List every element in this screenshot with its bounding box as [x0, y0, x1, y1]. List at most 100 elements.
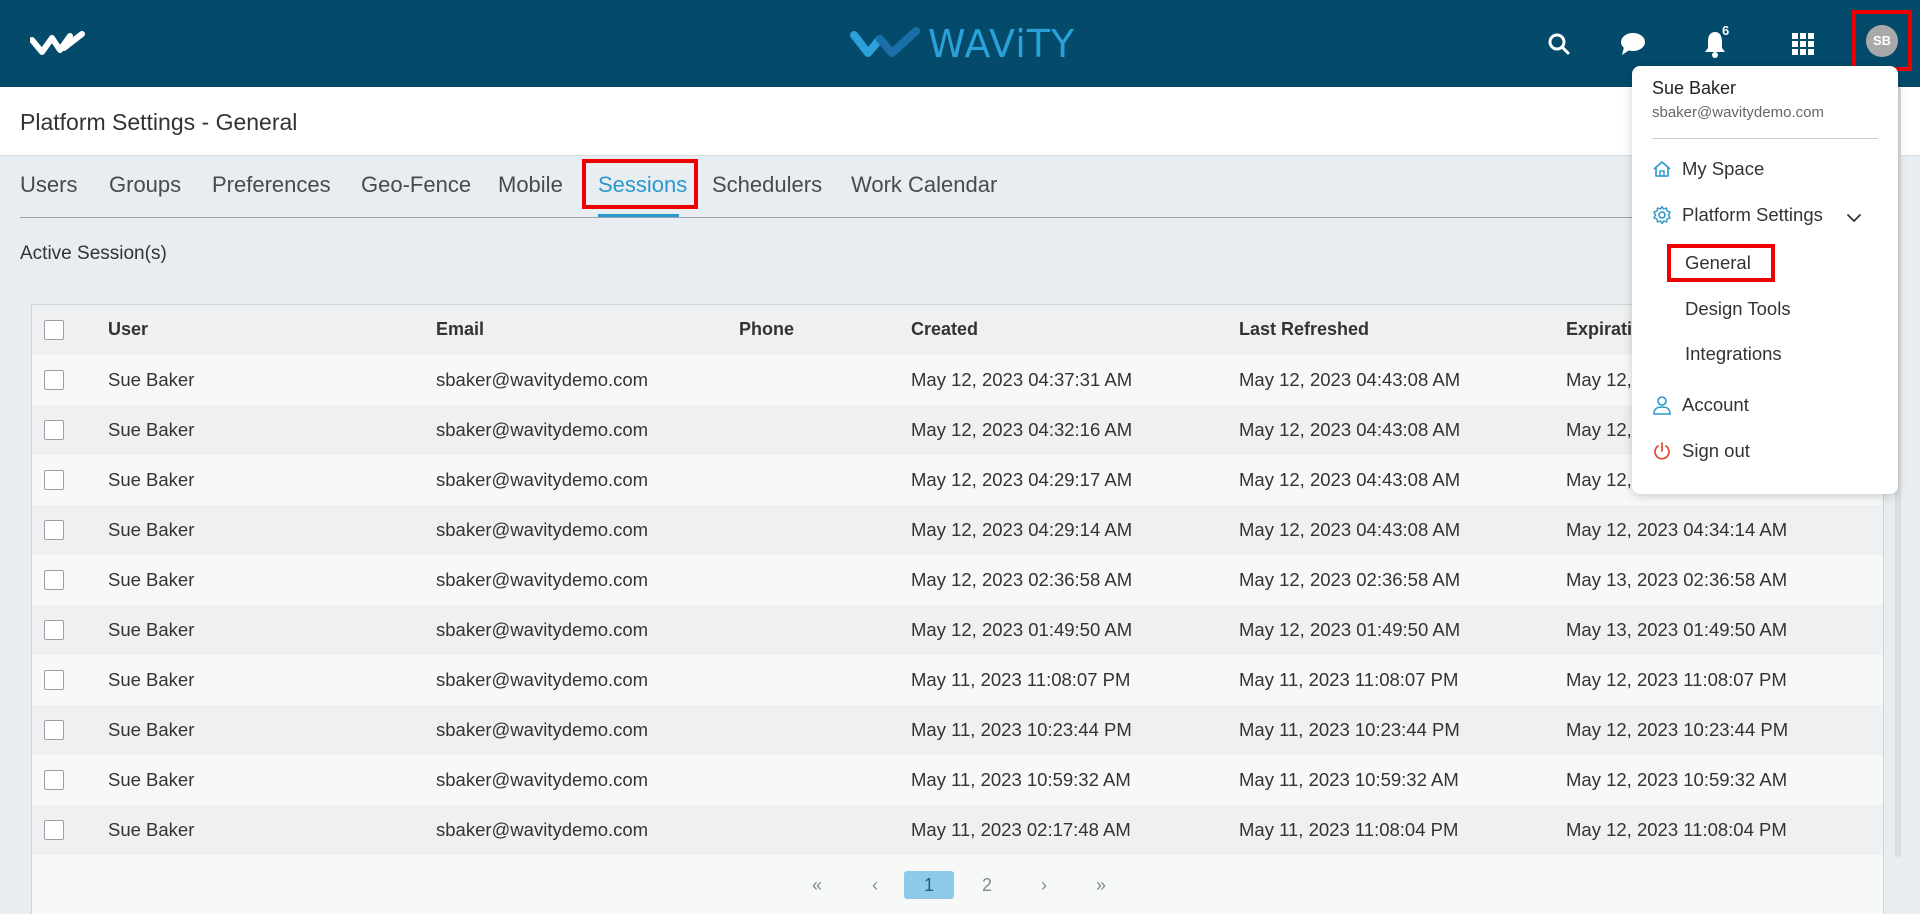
sessions-table: User Email Phone Created Last Refreshed … [31, 304, 1884, 914]
power-icon [1654, 442, 1670, 460]
tab-mobile[interactable]: Mobile [498, 172, 563, 198]
cell-user: Sue Baker [108, 469, 195, 490]
cell-email: sbaker@wavitydemo.com [436, 769, 649, 790]
brand-text: WAViTY [928, 22, 1076, 66]
row-checkbox[interactable] [44, 520, 64, 540]
search-button[interactable] [1541, 26, 1577, 62]
table-row[interactable]: Sue Baker sbaker@wavitydemo.com May 12, 20… [32, 405, 1883, 455]
cell-user: Sue Baker [108, 519, 195, 540]
cell-email: sbaker@wavitydemo.com [436, 619, 649, 640]
cell-user: Sue Baker [108, 769, 195, 790]
cell-created: May 11, 2023 10:59:32 AM [911, 769, 1131, 790]
cell-user: Sue Baker [108, 669, 195, 690]
user-icon [1653, 396, 1671, 415]
cell-last-refreshed: May 12, 2023 02:36:58 AM [1239, 569, 1461, 590]
cell-email: sbaker@wavitydemo.com [436, 519, 649, 540]
cell-user: Sue Baker [108, 619, 195, 640]
cell-last-refreshed: May 11, 2023 10:59:32 AM [1239, 769, 1459, 790]
chevron-down-icon[interactable] [1844, 208, 1864, 228]
page-title: Platform Settings - General [20, 109, 298, 135]
row-checkbox[interactable] [44, 620, 64, 640]
apps-button[interactable] [1785, 26, 1821, 62]
chat-button[interactable] [1615, 26, 1651, 62]
table-row[interactable]: Sue Baker sbaker@wavitydemo.com May 12, 20… [32, 455, 1883, 505]
row-checkbox[interactable] [44, 470, 64, 490]
table-row[interactable]: Sue Baker sbaker@wavitydemo.com May 12, 20… [32, 605, 1883, 655]
cell-user: Sue Baker [108, 419, 195, 440]
column-header-expiration[interactable]: Expirati [1566, 319, 1632, 340]
row-checkbox[interactable] [44, 770, 64, 790]
cell-expiration: May 12, [1566, 419, 1632, 440]
table-row[interactable]: Sue Baker sbaker@wavitydemo.com May 11, 20… [32, 655, 1883, 705]
menu-item-label: My Space [1682, 158, 1765, 179]
cell-last-refreshed: May 12, 2023 01:49:50 AM [1239, 619, 1461, 640]
menu-item-label: Sign out [1682, 440, 1750, 461]
submenu-item-design-tools[interactable]: Design Tools [1685, 298, 1791, 320]
cell-created: May 12, 2023 01:49:50 AM [911, 619, 1133, 640]
cell-expiration: May 13, 2023 02:36:58 AM [1566, 569, 1788, 590]
menu-item-platform-settings[interactable]: Platform Settings [1652, 204, 1823, 226]
row-checkbox[interactable] [44, 370, 64, 390]
cell-email: sbaker@wavitydemo.com [436, 419, 649, 440]
menu-item-account[interactable]: Account [1652, 394, 1749, 416]
tab-groups[interactable]: Groups [109, 172, 181, 198]
row-checkbox[interactable] [44, 720, 64, 740]
table-row[interactable]: Sue Baker sbaker@wavitydemo.com May 12, 20… [32, 505, 1883, 555]
cell-last-refreshed: May 12, 2023 04:43:08 AM [1239, 419, 1461, 440]
first-page-button[interactable]: « [802, 871, 832, 899]
table-row[interactable]: Sue Baker sbaker@wavitydemo.com May 11, 20… [32, 705, 1883, 755]
cell-last-refreshed: May 11, 2023 11:08:04 PM [1239, 819, 1459, 840]
tab-work-calendar[interactable]: Work Calendar [851, 172, 997, 198]
tab-geo-fence[interactable]: Geo-Fence [361, 172, 471, 198]
select-all-checkbox[interactable] [44, 320, 64, 340]
home-icon [1653, 161, 1671, 177]
user-menu-name: Sue Baker [1652, 78, 1737, 98]
logo-mark-icon[interactable] [30, 28, 86, 60]
cell-user: Sue Baker [108, 719, 195, 740]
cell-last-refreshed: May 12, 2023 04:43:08 AM [1239, 369, 1461, 390]
menu-item-my-space[interactable]: My Space [1652, 158, 1764, 180]
cell-expiration: May 12, [1566, 469, 1632, 490]
settings-tabs: Users Groups Preferences Geo-Fence Mobil… [20, 156, 1880, 218]
row-checkbox[interactable] [44, 570, 64, 590]
column-header-created[interactable]: Created [911, 319, 978, 340]
cell-last-refreshed: May 11, 2023 10:23:44 PM [1239, 719, 1460, 740]
row-checkbox[interactable] [44, 420, 64, 440]
gear-icon [1653, 205, 1671, 225]
submenu-item-integrations[interactable]: Integrations [1685, 343, 1782, 365]
tab-schedulers[interactable]: Schedulers [712, 172, 822, 198]
last-page-button[interactable]: » [1086, 871, 1116, 899]
cell-user: Sue Baker [108, 819, 195, 840]
menu-item-sign-out[interactable]: Sign out [1652, 440, 1750, 462]
table-row[interactable]: Sue Baker sbaker@wavitydemo.com May 11, 20… [32, 755, 1883, 805]
notification-count-badge: 6 [1722, 23, 1730, 38]
tab-preferences[interactable]: Preferences [212, 172, 331, 198]
cell-expiration: May 12, 2023 04:34:14 AM [1566, 519, 1788, 540]
table-row[interactable]: Sue Baker sbaker@wavitydemo.com May 11, 20… [32, 805, 1883, 855]
general-item-highlight [1667, 244, 1775, 282]
table-row[interactable]: Sue Baker sbaker@wavitydemo.com May 12, 20… [32, 555, 1883, 605]
cell-email: sbaker@wavitydemo.com [436, 569, 649, 590]
cell-email: sbaker@wavitydemo.com [436, 469, 649, 490]
column-header-last-refreshed[interactable]: Last Refreshed [1239, 319, 1369, 340]
prev-page-button[interactable]: ‹ [860, 871, 890, 899]
cell-expiration: May 12, 2023 10:59:32 AM [1566, 769, 1788, 790]
divider [1652, 138, 1878, 139]
menu-item-label: Platform Settings [1682, 204, 1823, 225]
column-header-phone[interactable]: Phone [739, 319, 794, 340]
page-button-2[interactable]: 2 [972, 871, 1002, 899]
row-checkbox[interactable] [44, 670, 64, 690]
cell-email: sbaker@wavitydemo.com [436, 819, 649, 840]
column-header-email[interactable]: Email [436, 319, 484, 340]
cell-expiration: May 12, [1566, 369, 1632, 390]
cell-email: sbaker@wavitydemo.com [436, 369, 649, 390]
user-avatar-button[interactable]: SB [1852, 10, 1912, 71]
sessions-tab-highlight [582, 159, 698, 209]
table-row[interactable]: Sue Baker sbaker@wavitydemo.com May 12, 20… [32, 355, 1883, 405]
tab-users[interactable]: Users [20, 172, 77, 198]
row-checkbox[interactable] [44, 820, 64, 840]
column-header-user[interactable]: User [108, 319, 148, 340]
next-page-button[interactable]: › [1029, 871, 1059, 899]
brand-logo: WAViTY [850, 20, 1075, 68]
page-button-1[interactable]: 1 [904, 871, 954, 899]
